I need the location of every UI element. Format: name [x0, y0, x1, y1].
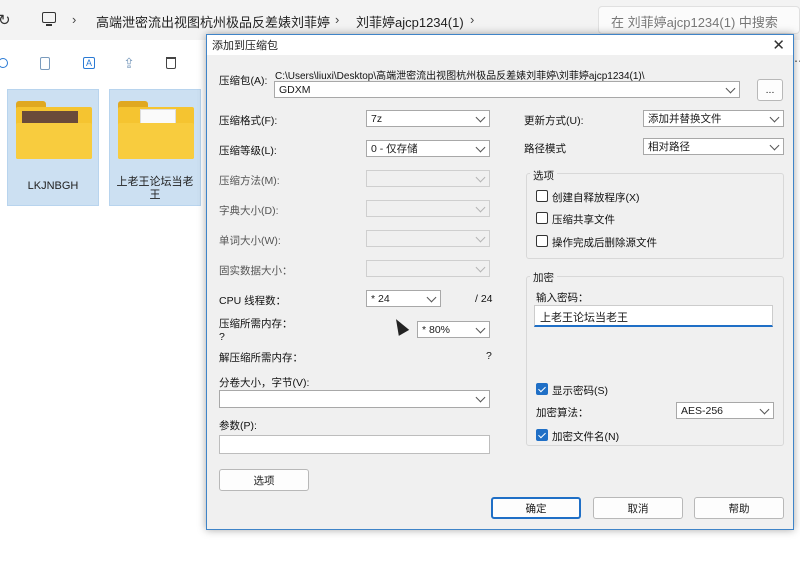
- update-mode-label: 更新方式(U):: [524, 115, 584, 127]
- refresh-icon[interactable]: ↻: [0, 11, 11, 29]
- show-password-checkbox[interactable]: [536, 383, 548, 395]
- method-label: 压缩方法(M):: [219, 175, 280, 187]
- chevron-right-icon: ›: [72, 12, 77, 27]
- share-icon[interactable]: ⇪: [116, 50, 142, 76]
- solid-select[interactable]: [366, 260, 490, 277]
- dialog-title: 添加到压缩包: [212, 40, 278, 52]
- split-label: 分卷大小，字节(V):: [219, 377, 310, 389]
- encryption-method-value: AES-256: [681, 404, 724, 417]
- threads-select[interactable]: * 24: [366, 290, 441, 307]
- delete-icon[interactable]: [158, 50, 184, 76]
- dict-select[interactable]: [366, 200, 490, 217]
- level-label: 压缩等级(L):: [219, 145, 277, 157]
- folder-name: 上老王论坛当老王: [116, 176, 194, 201]
- chevron-down-icon: [769, 112, 780, 122]
- params-label: 参数(P):: [219, 420, 257, 432]
- dict-label: 字典大小(D):: [219, 205, 279, 217]
- breadcrumb-item-2[interactable]: 刘菲婷ajcp1234(1): [356, 12, 464, 31]
- format-select[interactable]: 7z: [366, 110, 490, 127]
- password-label: 输入密码：: [536, 292, 589, 304]
- sfx-label: 创建自释放程序(X): [552, 192, 640, 204]
- dialog-titlebar: 添加到压缩包 ✕: [207, 35, 793, 55]
- solid-label: 固实数据大小：: [219, 265, 293, 277]
- archive-name-combo[interactable]: GDXM: [274, 81, 740, 98]
- chevron-down-icon: [475, 202, 486, 212]
- decompress-memory-value: ?: [486, 350, 492, 362]
- list-item[interactable]: LKJNBGH: [7, 89, 99, 206]
- memory-usage-value: * 80%: [422, 323, 451, 336]
- folder-icon: [118, 101, 194, 159]
- search-input[interactable]: 在 刘菲婷ajcp1234(1) 中搜索: [598, 6, 800, 34]
- shared-label: 压缩共享文件: [552, 214, 615, 226]
- chevron-down-icon: [475, 323, 486, 333]
- format-label: 压缩格式(F):: [219, 115, 278, 127]
- level-value: 0 - 仅存储: [371, 143, 418, 155]
- cancel-button[interactable]: 取消: [593, 497, 683, 519]
- rename-icon[interactable]: A: [76, 50, 102, 76]
- decompress-memory-label: 解压缩所需内存：: [219, 352, 303, 364]
- options-button[interactable]: 选项: [219, 469, 309, 491]
- update-mode-select[interactable]: 添加并替换文件: [643, 110, 784, 127]
- chevron-down-icon: [475, 262, 486, 272]
- chevron-down-icon: [759, 404, 770, 414]
- help-button[interactable]: 帮助: [694, 497, 784, 519]
- add-to-archive-dialog: 添加到压缩包 ✕ 压缩包(A): C:\Users\liuxi\Desktop\…: [206, 34, 794, 530]
- shared-checkbox[interactable]: [536, 212, 548, 224]
- monitor-stand-icon: [46, 24, 52, 26]
- show-password-label: 显示密码(S): [552, 385, 608, 397]
- word-label: 单词大小(W):: [219, 235, 281, 247]
- memory-label: 压缩所需内存：: [219, 318, 293, 330]
- chevron-down-icon: [426, 292, 437, 302]
- encrypt-names-label: 加密文件名(N): [552, 431, 620, 443]
- options-group-title: 选项: [530, 168, 557, 183]
- close-icon[interactable]: ✕: [772, 36, 785, 54]
- threads-value: * 24: [371, 292, 390, 305]
- copy-icon[interactable]: [32, 50, 58, 76]
- archive-label: 压缩包(A):: [219, 75, 268, 87]
- memory-value: ?: [219, 331, 225, 343]
- chevron-right-icon: ›: [335, 12, 340, 27]
- memory-usage-select[interactable]: * 80%: [417, 321, 490, 338]
- encrypt-names-checkbox[interactable]: [536, 429, 548, 441]
- update-mode-value: 添加并替换文件: [648, 113, 722, 125]
- chevron-down-icon: [475, 392, 486, 403]
- level-select[interactable]: 0 - 仅存储: [366, 140, 490, 157]
- chevron-down-icon: [725, 83, 736, 93]
- path-mode-value: 相对路径: [648, 141, 690, 153]
- chevron-down-icon: [475, 142, 486, 152]
- chevron-right-icon[interactable]: ›: [470, 12, 474, 27]
- folder-name: LKJNBGH: [27, 180, 79, 192]
- monitor-icon[interactable]: [42, 12, 56, 23]
- delete-source-label: 操作完成后删除源文件: [552, 237, 657, 249]
- method-select[interactable]: [366, 170, 490, 187]
- word-select[interactable]: [366, 230, 490, 247]
- mouse-cursor-icon: [390, 316, 410, 336]
- chevron-down-icon: [475, 172, 486, 182]
- breadcrumb-item-1[interactable]: 高端泄密流出视图杭州极品反差婊刘菲婷: [96, 12, 330, 31]
- chevron-down-icon: [769, 140, 780, 150]
- encryption-group-title: 加密: [530, 270, 557, 285]
- archive-name-value: GDXM: [279, 83, 311, 96]
- list-item[interactable]: 上老王论坛当老王: [109, 89, 201, 206]
- delete-source-checkbox[interactable]: [536, 235, 548, 247]
- share-left-icon[interactable]: [0, 50, 16, 76]
- format-value: 7z: [371, 112, 383, 125]
- folder-icon: [16, 101, 92, 159]
- encryption-method-label: 加密算法：: [536, 407, 589, 419]
- split-volume-combo[interactable]: [219, 390, 490, 408]
- password-input[interactable]: 上老王论坛当老王: [534, 305, 773, 327]
- archive-path: C:\Users\liuxi\Desktop\高端泄密流出视图杭州极品反差婊刘菲…: [275, 71, 645, 82]
- path-mode-label: 路径模式: [524, 143, 566, 155]
- threads-total: / 24: [475, 293, 493, 305]
- chevron-down-icon: [475, 112, 486, 122]
- path-mode-select[interactable]: 相对路径: [643, 138, 784, 155]
- encryption-method-select[interactable]: AES-256: [676, 402, 774, 419]
- params-input[interactable]: [219, 435, 490, 454]
- browse-button[interactable]: ...: [757, 79, 783, 101]
- ok-button[interactable]: 确定: [491, 497, 581, 519]
- chevron-down-icon: [475, 232, 486, 242]
- sfx-checkbox[interactable]: [536, 190, 548, 202]
- threads-label: CPU 线程数：: [219, 295, 287, 307]
